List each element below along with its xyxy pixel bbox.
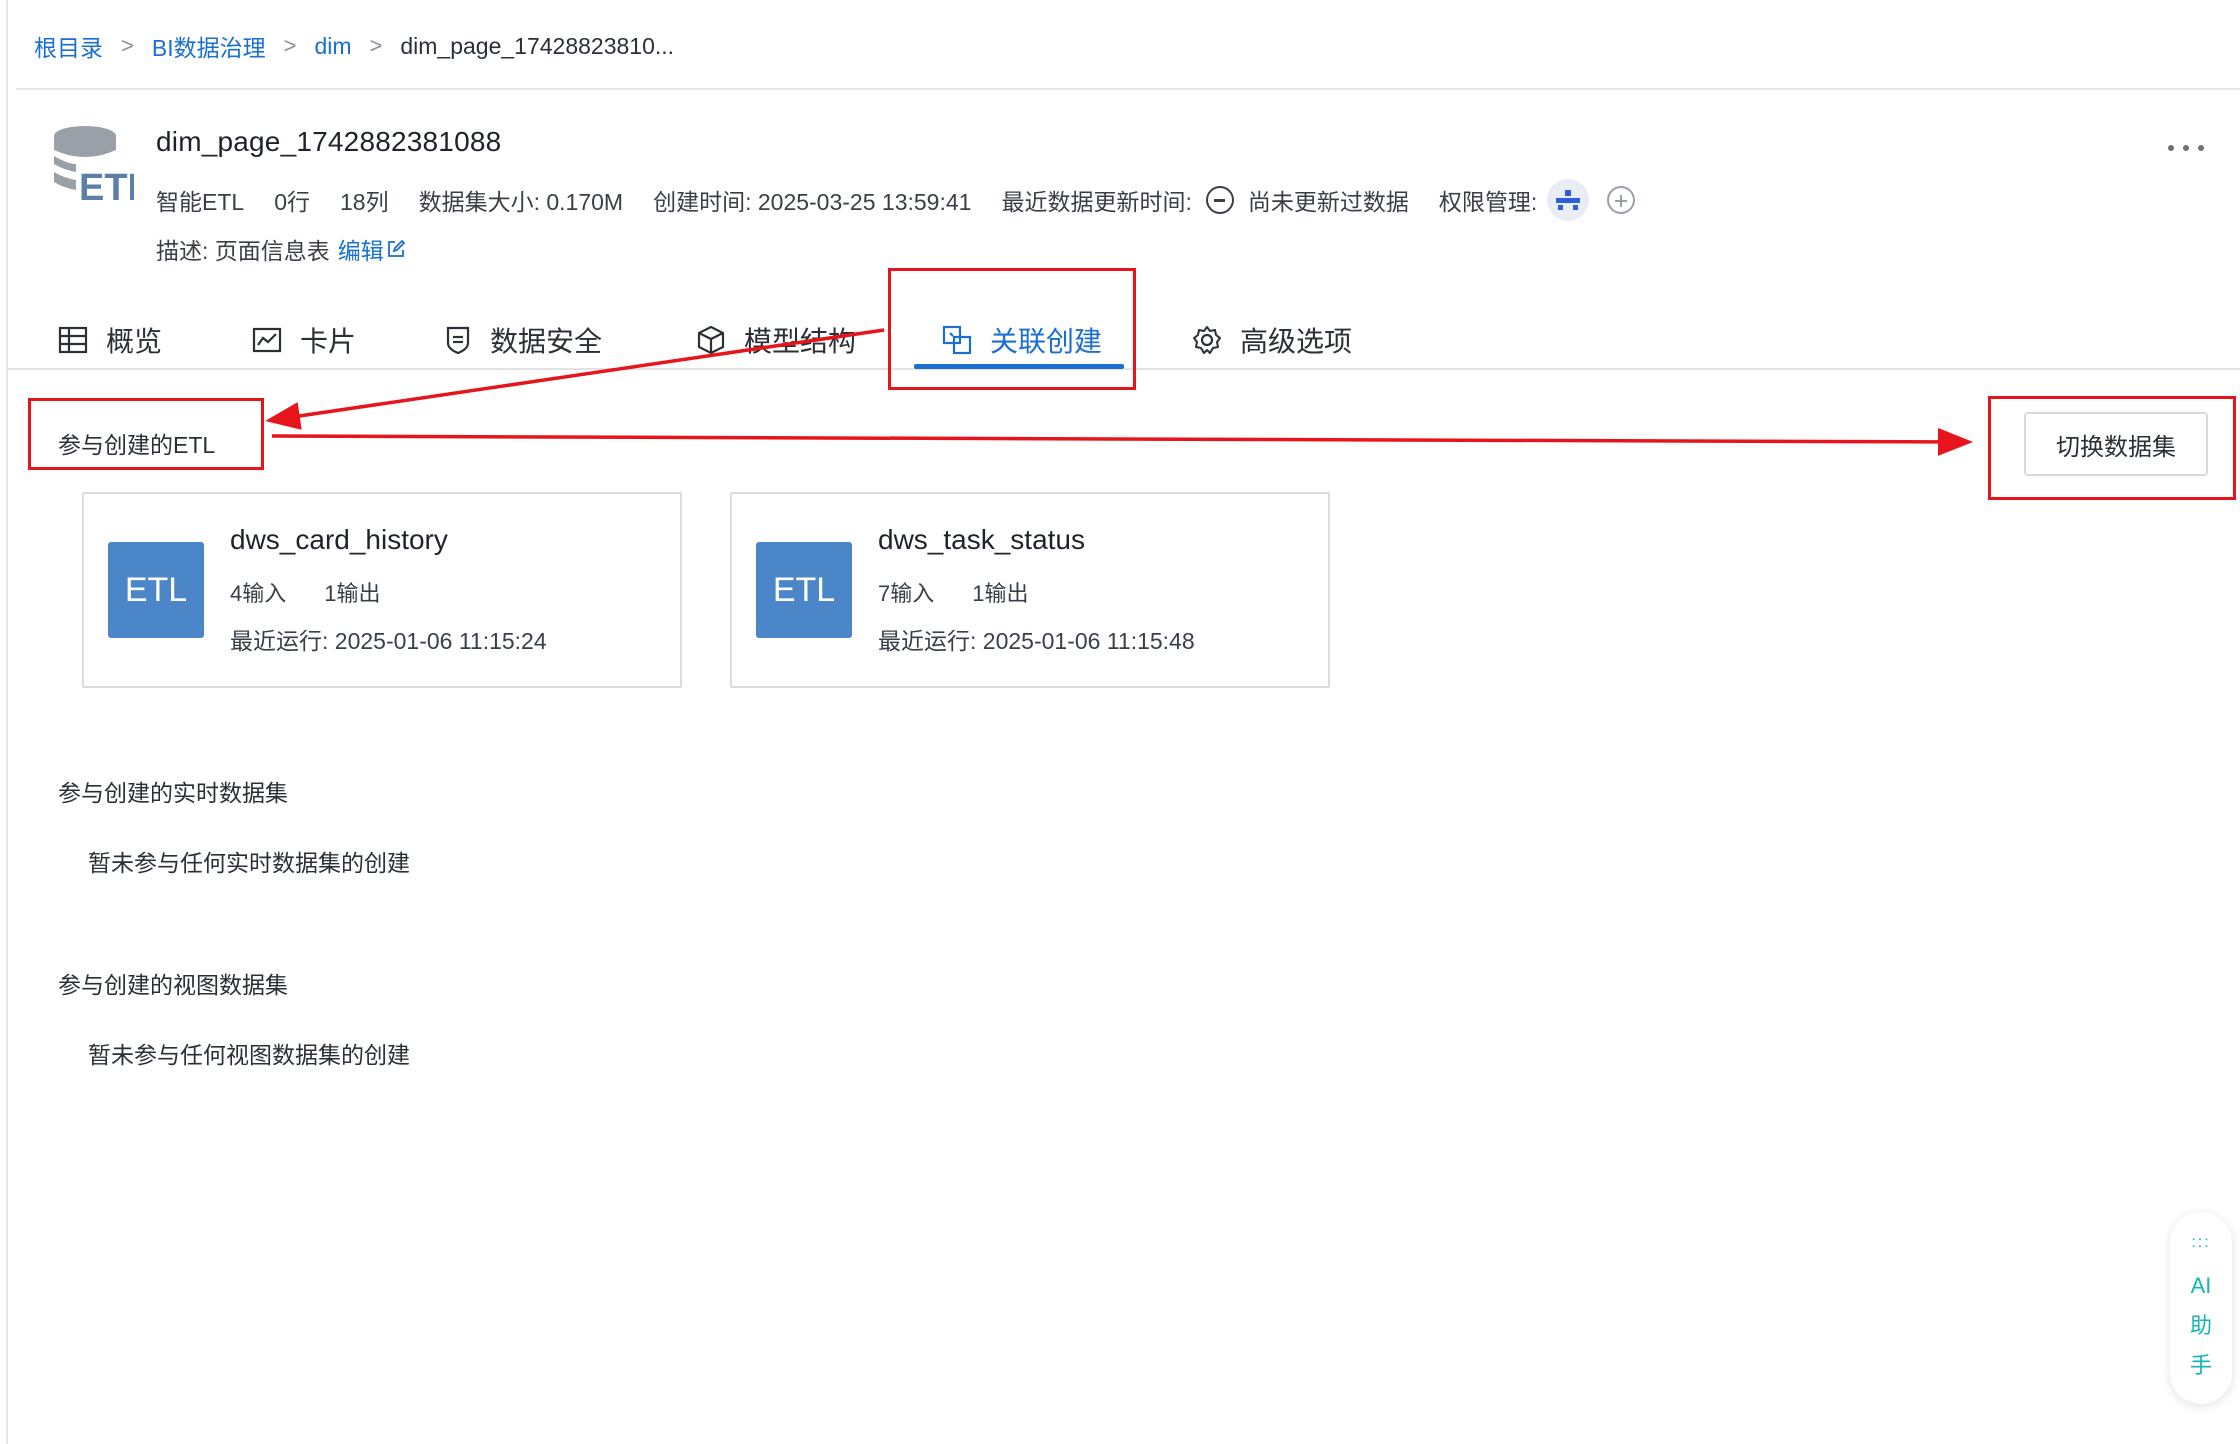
etl-badge-icon: ETL [108, 542, 204, 638]
tab-overview-label: 概览 [106, 326, 163, 357]
etl-card-outputs: 1输出 [972, 581, 1029, 606]
etl-card-last-run: 最近运行: 2025-01-06 11:15:48 [878, 628, 1195, 654]
etl-card-io: 4输入 1输出 [230, 576, 381, 608]
more-options-icon[interactable] [2168, 138, 2204, 158]
link-create-icon [942, 325, 972, 355]
shield-icon [446, 326, 470, 355]
edit-description-link[interactable]: 编辑 [338, 232, 406, 266]
breadcrumb-separator: > [283, 33, 297, 58]
view-empty-text: 暂未参与任何视图数据集的创建 [88, 1042, 410, 1068]
dataset-meta: 智能ETL 0行 18列 数据集大小: 0.170M 创建时间: 2025-03… [156, 179, 1636, 221]
ai-label-part: 手 [2189, 1353, 2212, 1378]
dataset-updated-value: 尚未更新过数据 [1247, 189, 1409, 215]
section-view-title: 参与创建的视图数据集 [58, 972, 288, 998]
breadcrumb-separator: > [369, 33, 383, 58]
ai-assistant-button[interactable]: ::: AI 助 手 [2170, 1212, 2232, 1404]
section-etl-title: 参与创建的ETL [58, 432, 216, 458]
realtime-empty-text: 暂未参与任何实时数据集的创建 [88, 850, 410, 876]
tab-overview[interactable]: 概览 [58, 312, 162, 368]
etl-card-io: 7输入 1输出 [878, 576, 1029, 608]
breadcrumb-current: dim_page_17428823810... [400, 32, 675, 59]
tab-card-label: 卡片 [300, 326, 357, 357]
edit-icon [387, 239, 406, 257]
active-tab-indicator [914, 364, 1124, 369]
dataset-updated-label: 最近数据更新时间: [1001, 189, 1192, 215]
tab-model-structure[interactable]: 模型结构 [696, 312, 856, 368]
breadcrumb-bi-governance[interactable]: BI数据治理 [152, 29, 266, 63]
section-realtime-title: 参与创建的实时数据集 [58, 780, 288, 806]
breadcrumb: 根目录 > BI数据治理 > dim > dim_page_1742882381… [34, 26, 674, 66]
etl-dataset-icon: ETL [54, 126, 134, 204]
etl-card[interactable]: ETL dws_task_status 7输入 1输出 最近运行: 2025-0… [730, 492, 1330, 688]
dataset-rows: 0行 [274, 189, 310, 215]
tab-relation-label: 关联创建 [990, 326, 1103, 357]
cube-icon [697, 325, 725, 355]
switch-dataset-button[interactable]: 切换数据集 [2024, 412, 2208, 476]
edit-label: 编辑 [337, 238, 384, 264]
etl-card-inputs: 4输入 [230, 581, 287, 606]
etl-card-name: dws_card_history [230, 524, 448, 555]
tab-bar: 概览 卡片 数据安全 模型结构 关联创建 高级选项 [8, 298, 2240, 370]
ai-dots-icon: ::: [2191, 1234, 2211, 1251]
etl-card-outputs: 1输出 [324, 581, 381, 606]
dataset-size: 数据集大小: 0.170M [418, 189, 624, 215]
tab-model-label: 模型结构 [744, 326, 857, 357]
gear-icon [1193, 326, 1221, 354]
breadcrumb-root[interactable]: 根目录 [34, 29, 103, 63]
dataset-cols: 18列 [339, 189, 389, 215]
tab-advanced[interactable]: 高级选项 [1192, 312, 1352, 368]
dataset-created: 创建时间: 2025-03-25 13:59:41 [653, 189, 972, 215]
tab-card[interactable]: 卡片 [252, 312, 356, 368]
tab-security[interactable]: 数据安全 [444, 312, 602, 368]
tab-security-label: 数据安全 [490, 326, 603, 357]
etl-card[interactable]: ETL dws_card_history 4输入 1输出 最近运行: 2025-… [82, 492, 682, 688]
chart-card-icon [252, 327, 282, 353]
permission-avatar[interactable] [1547, 179, 1590, 221]
etl-badge-icon: ETL [756, 542, 852, 638]
etl-card-last-run: 最近运行: 2025-01-06 11:15:24 [230, 628, 547, 654]
breadcrumb-dim[interactable]: dim [314, 33, 351, 60]
dataset-description: 描述: 页面信息表 编辑 [156, 232, 406, 266]
app-frame: 根目录 > BI数据治理 > dim > dim_page_1742882381… [6, 0, 2240, 1444]
table-icon [58, 326, 88, 354]
description-text: 描述: 页面信息表 [156, 238, 330, 264]
minus-circle-icon [1205, 186, 1234, 214]
breadcrumb-separator: > [121, 33, 134, 58]
add-permission-icon[interactable] [1607, 186, 1636, 214]
tab-relation-create[interactable]: 关联创建 [942, 312, 1102, 368]
dataset-type: 智能ETL [156, 189, 245, 215]
dataset-title: dim_page_1742882381088 [156, 126, 502, 157]
header-divider [16, 88, 2240, 90]
svg-text:ETL: ETL [79, 167, 134, 204]
ai-label-part: 助 [2189, 1313, 2212, 1338]
etl-card-inputs: 7输入 [878, 581, 935, 606]
tab-advanced-label: 高级选项 [1240, 326, 1353, 357]
ai-label-part: AI [2190, 1273, 2212, 1298]
etl-card-name: dws_task_status [878, 524, 1085, 555]
team-icon [1556, 190, 1581, 210]
permission-label: 权限管理: [1438, 189, 1538, 215]
